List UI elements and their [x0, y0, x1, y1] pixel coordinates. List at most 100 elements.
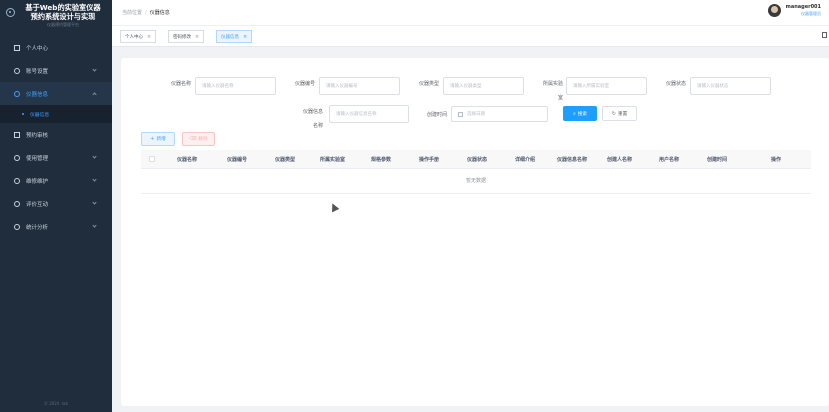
- column-header[interactable]: 规格参数: [371, 156, 391, 163]
- logo-icon: [6, 8, 15, 17]
- chevron-down-icon: [92, 67, 97, 72]
- copyright: © 2024 ·lab: [43, 401, 69, 406]
- chevron-up-icon: [92, 92, 97, 97]
- column-header[interactable]: 仪器编号: [227, 156, 247, 163]
- user-menu[interactable]: manager001 仪器管理员: [767, 4, 821, 17]
- reset-button-label: 重置: [618, 111, 628, 117]
- sidebar-item-personal-center[interactable]: 个人中心: [0, 36, 112, 59]
- sidebar-item-label: 预约审核: [26, 132, 49, 139]
- create-time-picker[interactable]: 选择日期: [451, 106, 548, 122]
- add-button[interactable]: + 新增: [141, 132, 175, 146]
- lab-input[interactable]: 请输入所属实验室: [566, 77, 647, 95]
- select-all-checkbox[interactable]: [149, 156, 155, 162]
- document-icon[interactable]: [822, 32, 827, 38]
- search-button[interactable]: ⌕ 搜索: [563, 106, 597, 121]
- app-title-line2: 预约系统设计与实现: [30, 11, 96, 21]
- column-header[interactable]: 仪器状态: [467, 156, 487, 163]
- sidebar-subitem-label: 仪器信息: [30, 112, 50, 118]
- sidebar-item-booking-review[interactable]: 预约审核: [0, 123, 112, 146]
- breadcrumb: 当前位置 / 仪器信息: [122, 9, 170, 16]
- column-header[interactable]: 所属实验室: [320, 156, 345, 163]
- circle-icon: [14, 177, 20, 184]
- instrument-status-label: 仪器状态: [665, 81, 686, 87]
- circle-icon: [14, 154, 20, 161]
- delete-button-label: 删除: [198, 137, 208, 142]
- info-name-label: 仪器信息 名称: [293, 108, 323, 129]
- column-header[interactable]: 用户名称: [659, 156, 679, 163]
- sidebar-item-instrument-info[interactable]: 仪器信息: [0, 82, 112, 105]
- circle-icon: [14, 200, 20, 207]
- chevron-down-icon: [92, 223, 97, 228]
- instrument-code-input[interactable]: 请输入仪器编号: [319, 77, 400, 95]
- delete-button[interactable]: ⌫ 删除: [182, 132, 215, 146]
- chevron-down-icon: [92, 200, 97, 205]
- plus-icon: +: [150, 136, 155, 142]
- column-header[interactable]: 仪器名称: [177, 156, 197, 163]
- circle-icon: [14, 67, 20, 74]
- info-name-label-line2: 名称: [312, 123, 323, 129]
- lab-label-line1: 所属实验: [542, 81, 563, 87]
- square-icon: [14, 131, 20, 138]
- tab-password-change[interactable]: 密码修改 ×: [168, 30, 205, 43]
- tab-personal-center[interactable]: 个人中心 ×: [120, 30, 157, 43]
- sidebar-item-usage-management[interactable]: 使用管理: [0, 146, 112, 169]
- sidebar-subitem-instrument-info[interactable]: 仪器信息: [0, 105, 112, 123]
- close-icon[interactable]: ×: [243, 34, 247, 40]
- instrument-status-input[interactable]: 请输入仪器状态: [690, 77, 771, 95]
- sidebar: 基于Web的实验室仪器 预约系统设计与实现 仪器预约管理平台 个人中心 账号设置…: [0, 0, 112, 412]
- user-name: manager001: [785, 4, 821, 10]
- tab-label: 密码修改: [173, 34, 191, 40]
- lab-label-line2: 室: [557, 95, 563, 101]
- refresh-icon: ↻: [611, 110, 616, 117]
- dot-icon: [22, 113, 24, 115]
- sidebar-item-label: 个人中心: [26, 45, 49, 52]
- instrument-name-label: 仪器名称: [170, 81, 191, 87]
- calendar-icon: [458, 111, 463, 117]
- search-button-label: 搜索: [577, 111, 587, 117]
- sidebar-item-label: 评价互动: [26, 201, 49, 208]
- close-icon[interactable]: ×: [147, 34, 151, 40]
- main-content: 仪器名称 请输入仪器名称 仪器编号 请输入仪器编号 仪器类型 请输入仪器类型 所…: [121, 58, 829, 406]
- column-header: 操作: [771, 157, 782, 163]
- column-header[interactable]: 详细介绍: [515, 156, 535, 163]
- instrument-type-input[interactable]: 请输入仪器类型: [443, 77, 524, 95]
- info-name-label-line1: 仪器信息: [302, 109, 323, 115]
- search-icon: ⌕: [572, 110, 576, 117]
- instrument-code-label: 仪器编号: [294, 81, 315, 87]
- sidebar-item-account-settings[interactable]: 账号设置: [0, 59, 112, 82]
- delete-icon: ⌫: [189, 136, 197, 142]
- column-header[interactable]: 创建时间: [707, 156, 727, 163]
- avatar[interactable]: [767, 4, 781, 17]
- sidebar-item-review-interaction[interactable]: 评价互动: [0, 192, 112, 215]
- sidebar-item-label: 仪器信息: [26, 91, 49, 98]
- breadcrumb-current: 仪器信息: [149, 10, 170, 16]
- info-name-input[interactable]: 请输入仪器信息名称: [329, 105, 409, 123]
- column-header[interactable]: 仪器类型: [275, 156, 295, 163]
- sidebar-item-label: 使用管理: [26, 155, 49, 162]
- column-header[interactable]: 仪器信息名称: [557, 156, 587, 163]
- tab-instrument-info[interactable]: 仪器信息 ×: [216, 30, 253, 43]
- reset-button[interactable]: ↻ 重置: [602, 106, 637, 121]
- sidebar-item-maintenance[interactable]: 维修维护: [0, 169, 112, 192]
- column-header[interactable]: 操作手册: [419, 156, 439, 163]
- brand: 基于Web的实验室仪器 预约系统设计与实现 仪器预约管理平台: [0, 0, 112, 34]
- sidebar-item-label: 维修维护: [26, 178, 49, 185]
- create-time-label: 创建时间: [426, 112, 447, 118]
- breadcrumb-separator: /: [145, 10, 147, 16]
- instrument-name-input[interactable]: 请输入仪器名称: [195, 77, 276, 95]
- lab-label: 所属实验 室: [533, 80, 563, 101]
- instrument-type-label: 仪器类型: [418, 81, 439, 87]
- sidebar-menu: 个人中心 账号设置 仪器信息 仪器信息 预约审核 使用管理 维修维护 评价互动 …: [0, 36, 112, 238]
- chevron-down-icon: [92, 154, 97, 159]
- sidebar-item-label: 账号设置: [26, 68, 49, 75]
- circle-icon: [14, 223, 20, 230]
- breadcrumb-root[interactable]: 当前位置: [122, 10, 142, 16]
- sidebar-item-statistics[interactable]: 统计分析: [0, 215, 112, 238]
- tab-label: 仪器信息: [221, 34, 239, 40]
- tab-label: 个人中心: [125, 34, 143, 40]
- chevron-down-icon: [92, 177, 97, 182]
- app-subtitle: 仪器预约管理平台: [47, 22, 79, 27]
- column-header[interactable]: 创建人名称: [607, 156, 632, 163]
- close-icon[interactable]: ×: [195, 34, 199, 40]
- tags-view: 个人中心 × 密码修改 × 仪器信息 ×: [112, 26, 829, 47]
